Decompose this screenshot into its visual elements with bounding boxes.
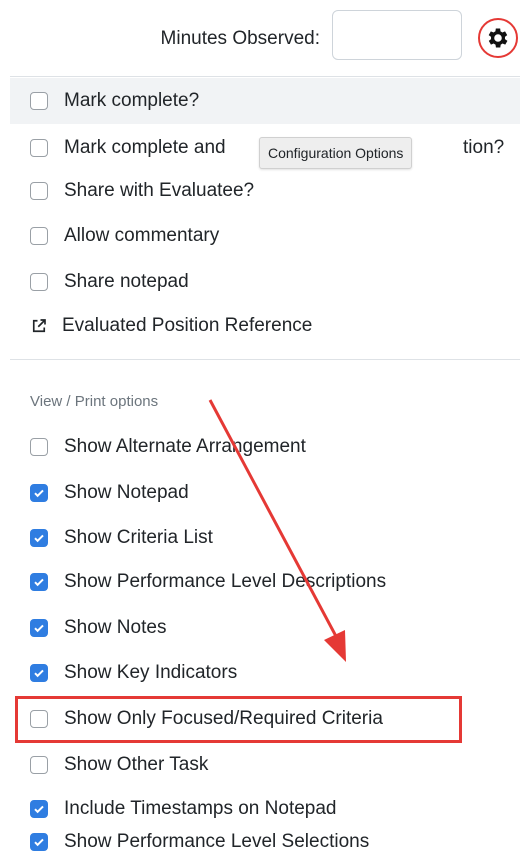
show-only-focused-required-criteria-option[interactable]: Show Only Focused/Required Criteria <box>10 696 520 742</box>
evaluated-position-reference-link[interactable]: Evaluated Position Reference <box>10 303 520 349</box>
mark-complete-checkbox[interactable] <box>30 92 48 110</box>
checkmark-icon <box>34 624 44 633</box>
show-alternate-arrangement-option[interactable]: Show Alternate Arrangement <box>10 424 520 470</box>
configuration-options-button[interactable] <box>478 18 518 58</box>
checkmark-icon <box>34 534 44 543</box>
show-key-indicators-option[interactable]: Show Key Indicators <box>10 650 520 696</box>
option-label: Mark complete and <box>64 137 226 158</box>
show-notepad-checkbox[interactable] <box>30 484 48 502</box>
show-other-task-option[interactable]: Show Other Task <box>10 742 520 788</box>
checkmark-icon <box>34 669 44 678</box>
link-label: Evaluated Position Reference <box>62 315 313 336</box>
option-label: Show Criteria List <box>64 527 213 548</box>
show-criteria-list-checkbox[interactable] <box>30 529 48 547</box>
top-divider <box>10 76 520 77</box>
checkmark-icon <box>34 489 44 498</box>
gear-icon <box>488 28 508 48</box>
show-performance-level-selections-checkbox[interactable] <box>30 833 48 851</box>
show-notes-checkbox[interactable] <box>30 619 48 637</box>
show-notepad-option[interactable]: Show Notepad <box>10 470 520 516</box>
header-bar: Minutes Observed: <box>0 0 520 80</box>
option-label: Mark complete? <box>64 90 200 111</box>
show-performance-level-descriptions-checkbox[interactable] <box>30 573 48 591</box>
minutes-observed-input[interactable] <box>332 10 462 60</box>
minutes-observed-label: Minutes Observed: <box>160 28 320 49</box>
show-performance-level-selections-option[interactable]: Show Performance Level Selections <box>10 819 520 865</box>
option-label: Show Alternate Arrangement <box>64 436 306 457</box>
show-criteria-list-option[interactable]: Show Criteria List <box>10 515 520 561</box>
share-notepad-option[interactable]: Share notepad <box>10 259 520 305</box>
option-label: Allow commentary <box>64 225 220 246</box>
option-label: Show Notepad <box>64 482 189 503</box>
option-label: Show Performance Level Selections <box>64 831 370 852</box>
show-only-focused-required-criteria-checkbox[interactable] <box>30 710 48 728</box>
option-label: Share notepad <box>64 271 189 292</box>
include-timestamps-on-notepad-checkbox[interactable] <box>30 800 48 818</box>
show-other-task-checkbox[interactable] <box>30 756 48 774</box>
checkmark-icon <box>34 838 44 847</box>
configuration-options-tooltip: Configuration Options <box>259 137 413 169</box>
show-notes-option[interactable]: Show Notes <box>10 605 520 651</box>
allow-commentary-checkbox[interactable] <box>30 227 48 245</box>
external-link-icon <box>32 319 46 333</box>
option-label: Include Timestamps on Notepad <box>64 798 337 819</box>
section-divider <box>10 359 520 360</box>
view-print-section-header: View / Print options <box>30 393 159 410</box>
mark-complete-option[interactable]: Mark complete? <box>10 78 520 124</box>
share-notepad-checkbox[interactable] <box>30 273 48 291</box>
mark-complete-and-checkbox[interactable] <box>30 139 48 157</box>
share-with-evaluatee-option[interactable]: Share with Evaluatee? <box>10 168 520 214</box>
option-label: Show Notes <box>64 617 167 638</box>
option-label: Show Other Task <box>64 754 209 775</box>
allow-commentary-option[interactable]: Allow commentary <box>10 213 520 259</box>
config-menu-page: Minutes Observed: Mark complete? Mark co… <box>0 0 520 865</box>
checkmark-icon <box>34 805 44 814</box>
show-performance-level-descriptions-option[interactable]: Show Performance Level Descriptions <box>10 559 520 605</box>
option-label: Show Only Focused/Required Criteria <box>64 708 383 729</box>
checkmark-icon <box>34 578 44 587</box>
option-label-suffix: tion? <box>463 137 505 158</box>
option-label: Show Performance Level Descriptions <box>64 571 387 592</box>
show-key-indicators-checkbox[interactable] <box>30 664 48 682</box>
option-label: Show Key Indicators <box>64 662 238 683</box>
share-with-evaluatee-checkbox[interactable] <box>30 182 48 200</box>
show-alternate-arrangement-checkbox[interactable] <box>30 438 48 456</box>
option-label: Share with Evaluatee? <box>64 180 255 201</box>
